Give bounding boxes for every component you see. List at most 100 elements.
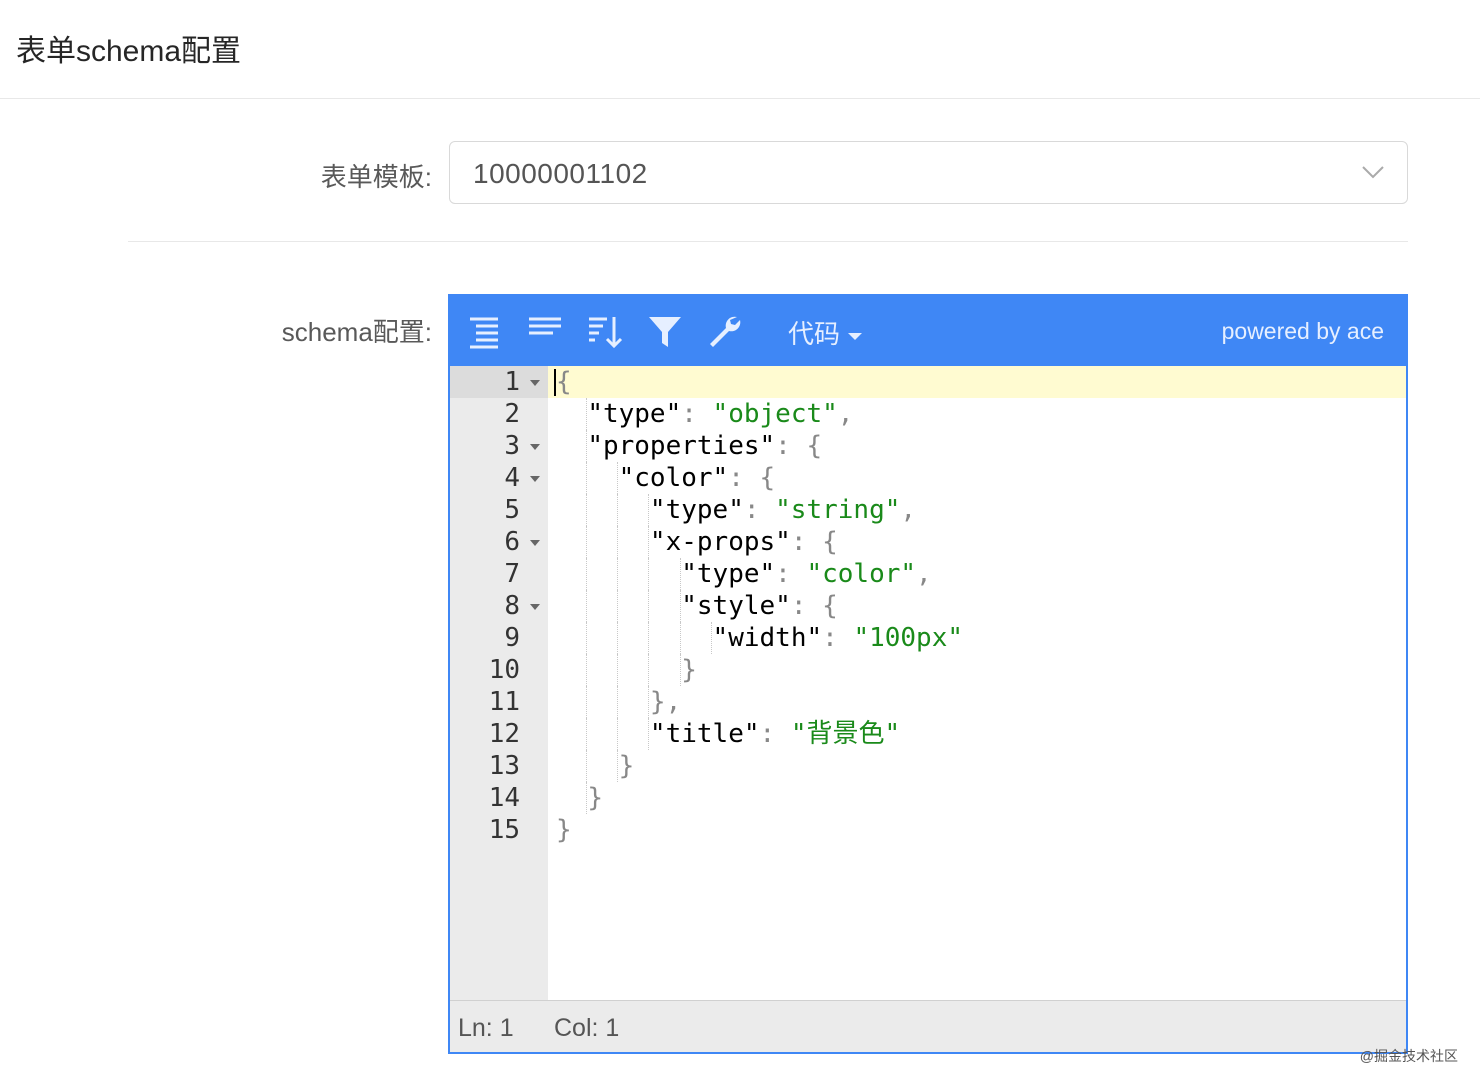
code-area[interactable]: { "type": "object", "properties": { "col… [548,366,1406,1000]
indent-guide [586,654,587,686]
indent-guide [586,430,587,462]
filter-icon[interactable] [647,313,683,349]
code-line: } [556,782,603,814]
code-token: : { [775,431,823,461]
code-token: : { [790,527,838,557]
line-number: 15 [488,815,520,845]
fold-caret-icon[interactable] [530,476,540,482]
indent-guide [586,462,587,494]
code-token: "object" [712,399,838,429]
indent-guide [617,750,619,782]
status-line: Ln: 1 [458,1014,514,1042]
wrench-icon[interactable] [707,313,743,349]
page-header: 表单schema配置 [0,0,1480,99]
code-line: { [556,366,572,398]
indent-guide [679,558,681,590]
indent-guide [586,494,587,526]
line-number: 2 [504,399,520,429]
line-number: 8 [504,591,520,621]
code-token: "string" [775,495,901,525]
indent-guide [586,750,587,782]
code-token: } [618,751,635,781]
indent-guide [679,654,681,686]
mode-dropdown[interactable]: 代码 [788,314,863,351]
code-token: : [822,623,854,653]
fold-caret-icon[interactable] [530,540,540,546]
code-token: { [556,367,572,397]
indent-guide [679,622,681,654]
indent-guide [617,494,619,526]
code-token: , [837,399,854,429]
status-bar: Ln: 1 Col: 1 [450,1000,1406,1052]
indent-guide [586,590,587,622]
code-token: } [556,815,572,845]
editor-toolbar: 代码 powered by ace [450,296,1406,366]
sort-icon[interactable] [587,313,623,349]
line-number: 14 [488,783,520,813]
code-token: : [775,559,807,589]
indent-guide [648,622,650,654]
mode-label: 代码 [788,319,841,349]
code-token: "color" [806,559,917,589]
code-token: } [681,655,697,685]
code-token: , [916,559,932,589]
line-number: 12 [488,719,520,749]
template-select[interactable]: 10000001102 [449,141,1408,204]
code-line: } [556,750,635,782]
indent-guide [586,622,587,654]
indent-guide [617,558,619,590]
code-token: "type" [587,399,682,429]
code-line: "x-props": { [556,526,838,558]
line-number: 4 [504,463,520,493]
indent-guide [648,558,650,590]
watermark: @掘金技术社区 [1359,1048,1458,1064]
code-line: "type": "object", [556,398,853,430]
code-token: "x-props" [649,527,791,557]
indent-guide [617,590,619,622]
fold-caret-icon[interactable] [530,444,540,450]
line-number: 5 [504,495,520,525]
code-line: "type": "color", [556,558,932,590]
indent-guide [586,782,587,814]
code-token: } [587,783,603,813]
code-token: : { [728,463,776,493]
template-label: 表单模板: [320,162,432,192]
indent-guide [648,590,650,622]
format-icon[interactable] [466,313,502,349]
line-number: 9 [504,623,520,653]
line-number: 13 [488,751,520,781]
page-title: 表单schema配置 [16,35,242,68]
code-line: } [556,654,697,686]
form-divider [128,241,1408,242]
line-number: 6 [504,527,520,557]
fold-caret-icon[interactable] [530,604,540,610]
code-line: "properties": { [556,430,822,462]
line-number: 1 [504,367,520,397]
schema-label: schema配置: [281,317,432,347]
indent-guide [617,462,619,494]
code-token: "type" [649,495,744,525]
code-token: , [900,495,917,525]
compact-icon[interactable] [527,313,563,349]
code-line: "style": { [556,590,838,622]
indent-guide [586,718,587,750]
fold-caret-icon[interactable] [530,380,540,386]
powered-by-link[interactable]: powered by ace [1222,318,1384,345]
json-editor[interactable]: 代码 powered by ace 1 2 3 4 5 6 7 8 9 10 11 12 13 14 15 … [448,294,1408,1054]
line-number: 3 [504,431,520,461]
code-token: : [759,719,791,749]
line-gutter: 1 2 3 4 5 6 7 8 9 10 11 12 13 14 15 [450,366,548,1000]
indent-guide [586,526,587,558]
code-line: "color": { [556,462,776,494]
indent-guide [586,558,587,590]
indent-guide [679,590,681,622]
